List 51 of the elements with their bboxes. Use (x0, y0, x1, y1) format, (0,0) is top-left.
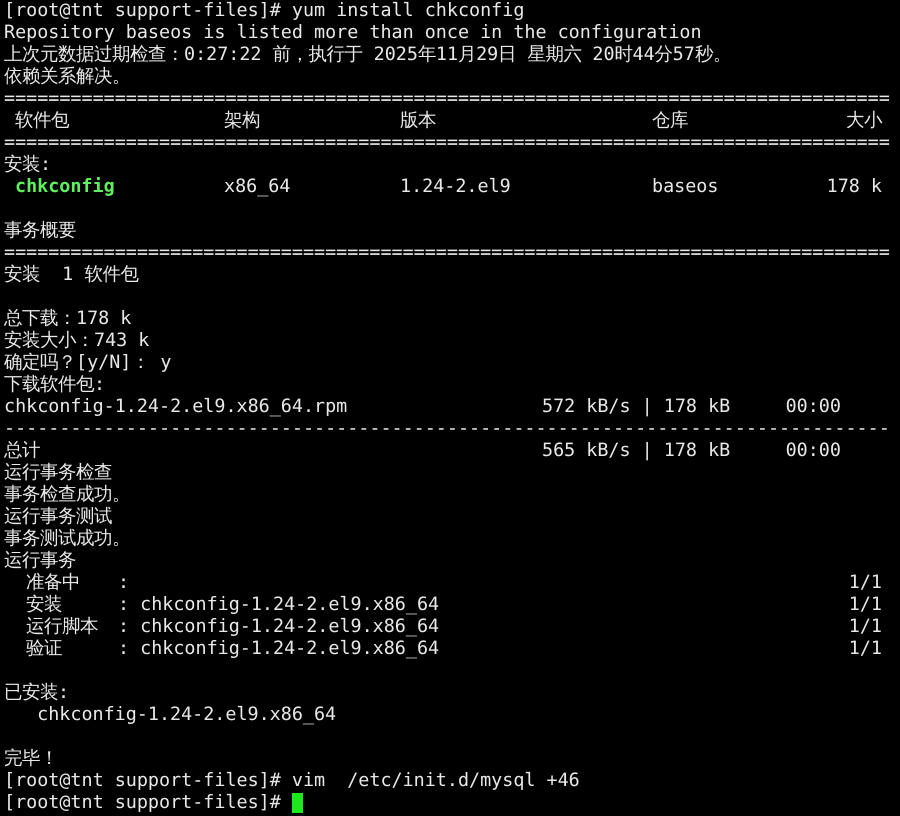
output-line: 安装大小：743 k (4, 330, 150, 352)
column-header: 架构 (224, 110, 260, 131)
table-cell: baseos (652, 176, 718, 197)
separator-line: ================================================================================ (4, 132, 890, 154)
table-cell: chkconfig (15, 176, 115, 197)
output-line: 上次元数据过期检查：0:27:22 前，执行于 2025年11月29日 星期六 20时44分57秒。 (4, 44, 731, 66)
step-detail: : (118, 572, 130, 593)
separator-line: ================================================================================ (4, 88, 890, 110)
output-line: 安装 1 软件包 (4, 264, 138, 286)
step-label: 运行脚本 (26, 616, 98, 637)
table-cell: x86_64 (224, 176, 290, 197)
output-line: 事务概要 (4, 220, 76, 242)
step-detail: : chkconfig-1.24-2.el9.x86_64 (118, 616, 440, 637)
download-stats: 565 kB/s | 178 kB 00:00 (542, 440, 841, 462)
column-header: 大小 (846, 110, 882, 131)
download-name: chkconfig-1.24-2.el9.x86_64.rpm (4, 396, 348, 417)
step-count: 1/1 (848, 616, 882, 638)
step-count: 1/1 (848, 638, 882, 660)
separator-line: ================================================================================ (4, 242, 890, 264)
output-line: 完毕！ (4, 748, 58, 770)
output-line: 依赖关系解决。 (4, 66, 130, 88)
step-count: 1/1 (848, 572, 882, 594)
output-line: 安装: (4, 154, 52, 176)
output-line: 运行事务测试 (4, 506, 112, 528)
command-line: [root@tnt support-files]# yum install chkconfig (4, 0, 524, 22)
download-stats: 572 kB/s | 178 kB 00:00 (542, 396, 841, 418)
command-line: [root@tnt support-files]# vim /etc/init.d/mysql +46 (4, 770, 580, 792)
column-header: 版本 (400, 110, 436, 131)
output-line: 确定吗？[y/N]： y (4, 352, 172, 374)
output-line: Repository baseos is listed more than once in the configuration (4, 22, 702, 44)
column-header: 仓库 (652, 110, 688, 131)
separator-line: -------------------------------------------------------------------------------- (4, 418, 890, 440)
output-line: 事务测试成功。 (4, 528, 130, 550)
output-line: 事务检查成功。 (4, 484, 130, 506)
step-count: 1/1 (848, 594, 882, 616)
output-line: 已安装: (4, 682, 70, 704)
step-label: 安装 (26, 594, 62, 615)
table-cell: 178 k (826, 176, 882, 197)
step-label: 准备中 (26, 572, 80, 593)
output-line: 总下载：178 k (4, 308, 132, 330)
output-line: chkconfig-1.24-2.el9.x86_64 (36, 704, 336, 725)
output-line: 下载软件包: (4, 374, 106, 396)
step-label: 验证 (26, 638, 62, 659)
table-cell: 1.24-2.el9 (400, 176, 511, 197)
command-line: [root@tnt support-files]# (4, 792, 281, 814)
column-header: 软件包 (15, 110, 69, 131)
step-detail: : chkconfig-1.24-2.el9.x86_64 (118, 594, 440, 615)
output-line: 运行事务检查 (4, 462, 112, 484)
output-line: 运行事务 (4, 550, 76, 572)
download-name: 总计 (4, 440, 40, 461)
step-detail: : chkconfig-1.24-2.el9.x86_64 (118, 638, 440, 659)
